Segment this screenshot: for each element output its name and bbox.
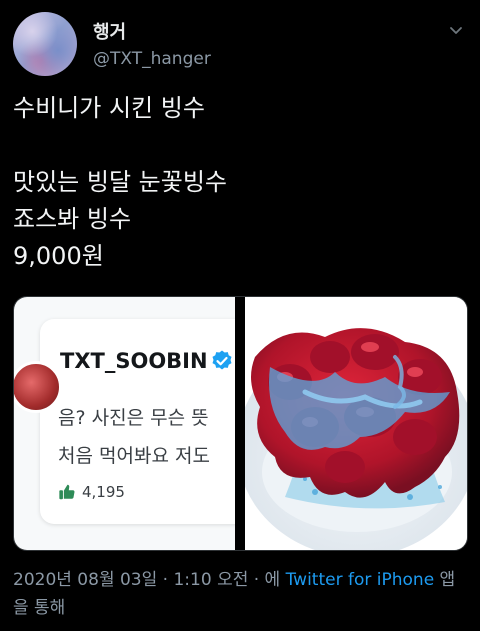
separator: · [157,570,174,590]
quoted-tweet-card: TXT_SOOBIN 음? 사진은 무슨 뜻 처음 먹어봐요 저도 4,195 [14,319,235,524]
chevron-down-icon[interactable] [448,22,464,38]
inner-text-line: 처음 먹어봐요 저도 [58,445,210,467]
inner-text-line: 음? 사진은 무슨 뜻 [58,407,209,429]
separator: · 에 [248,570,286,590]
media-container[interactable]: TXT_SOOBIN 음? 사진은 무슨 뜻 처음 먹어봐요 저도 4,195 [13,296,468,551]
like-count: 4,195 [82,483,125,501]
inner-like-count: 4,195 [58,483,125,501]
thumbs-up-icon [59,484,75,500]
bingsu-photo [245,297,467,550]
display-name[interactable]: 행거 [93,18,126,44]
media-image-left[interactable]: TXT_SOOBIN 음? 사진은 무슨 뜻 처음 먹어봐요 저도 4,195 [14,297,235,550]
verified-badge-icon [212,350,232,370]
inner-avatar [14,361,62,413]
user-handle[interactable]: @TXT_hanger [93,49,211,69]
tweet-date[interactable]: 2020년 08월 03일 [13,570,157,590]
media-image-right[interactable] [245,297,467,550]
avatar[interactable] [13,12,77,76]
tweet-text: 수비니가 시킨 빙수 맛있는 빙달 눈꽃빙수 죠스봐 빙수 9,000원 [13,94,227,270]
tweet-timestamp: 2020년 08월 03일 · 1:10 오전 · 에 Twitter for … [13,566,463,622]
media-divider [235,297,245,550]
tweet-time[interactable]: 1:10 오전 [173,570,248,590]
source-link[interactable]: Twitter for iPhone [286,570,435,590]
inner-display-name: TXT_SOOBIN [60,349,208,373]
